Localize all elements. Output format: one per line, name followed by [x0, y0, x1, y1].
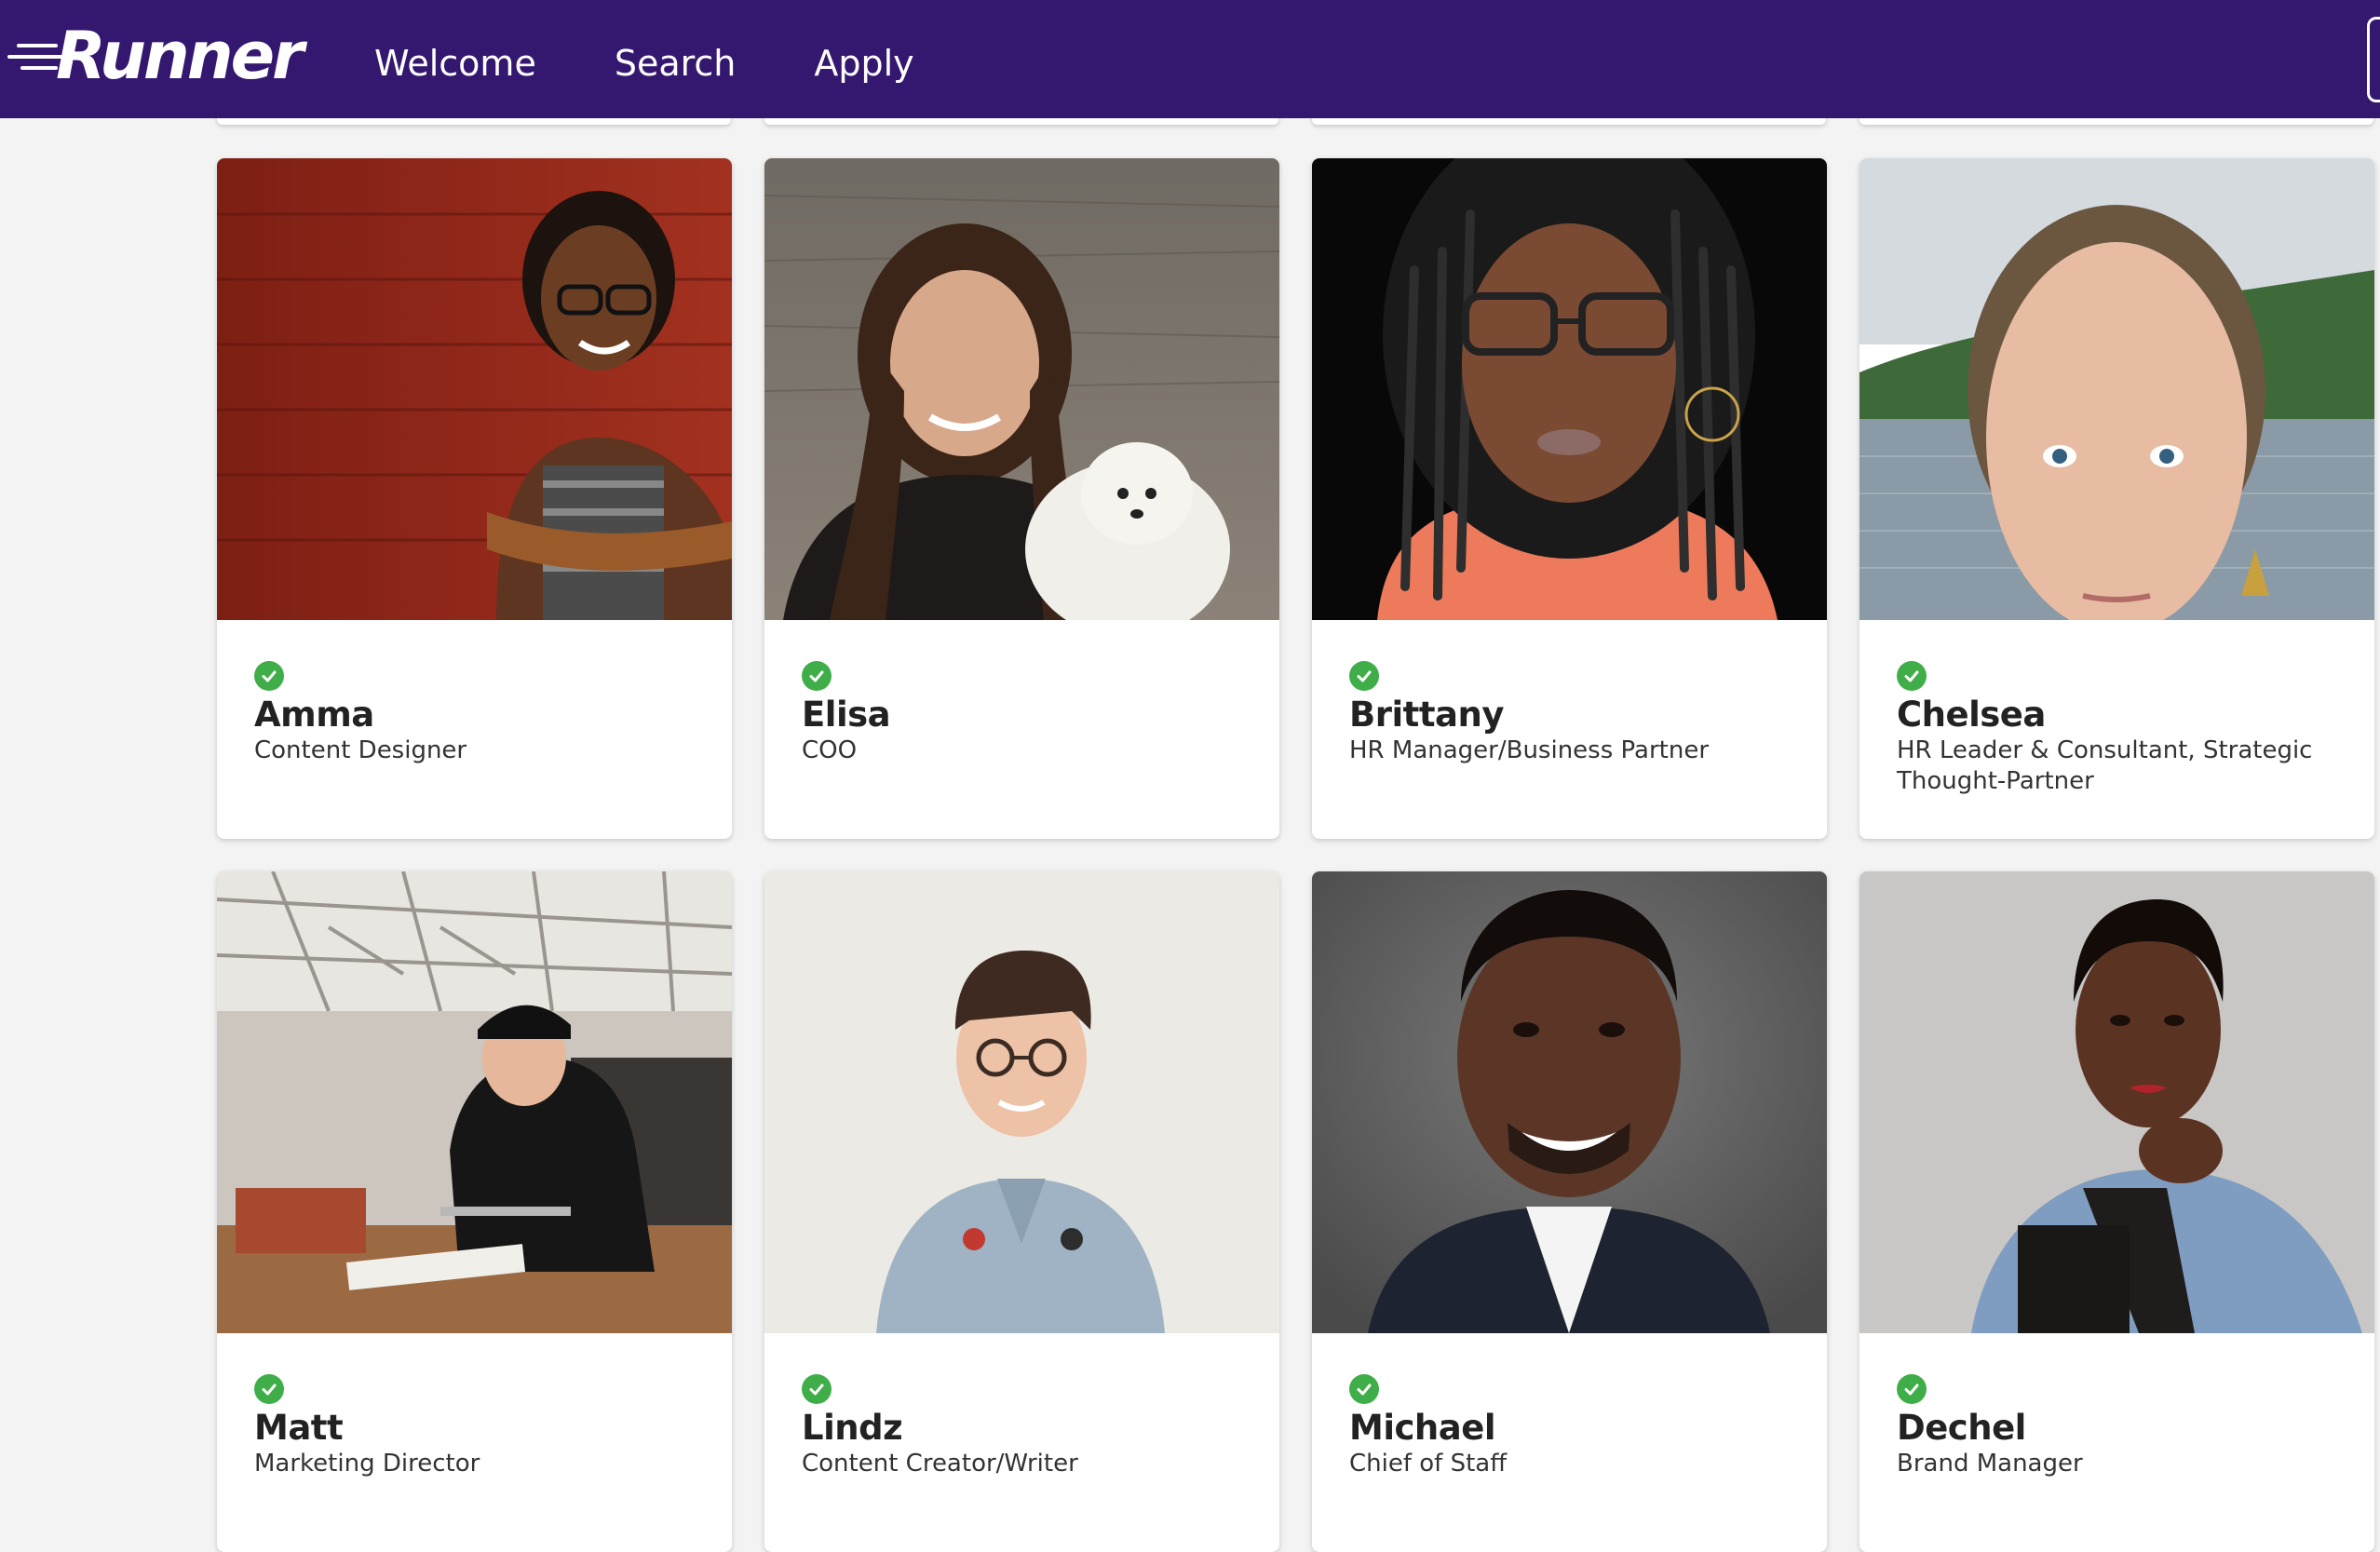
profile-photo: [764, 871, 1279, 1333]
profile-card[interactable]: Chelsea HR Leader & Consultant, Strategi…: [1859, 158, 2374, 839]
nav-welcome[interactable]: Welcome: [374, 35, 536, 91]
profile-name: Michael: [1349, 1408, 1496, 1448]
card-info: Matt Marketing Director: [254, 1374, 710, 1479]
nav-search[interactable]: Search: [615, 35, 737, 91]
profile-name: Elisa: [802, 695, 891, 735]
top-navbar: Runner Welcome Search Apply: [0, 0, 2380, 118]
speed-lines-icon: [7, 33, 63, 79]
check-circle-icon: [802, 661, 832, 691]
card-info: Chelsea HR Leader & Consultant, Strategi…: [1897, 661, 2352, 797]
profile-role: Content Creator/Writer: [802, 1450, 1078, 1478]
profile-card[interactable]: Amma Content Designer: [217, 158, 732, 839]
profile-name: Matt: [254, 1408, 344, 1448]
card-info: Michael Chief of Staff: [1349, 1374, 1805, 1479]
profile-card[interactable]: Lindz Content Creator/Writer: [764, 871, 1279, 1552]
check-circle-icon: [1349, 661, 1379, 691]
check-circle-icon: [1349, 1374, 1379, 1404]
check-circle-icon: [254, 661, 284, 691]
profile-card[interactable]: Brittany HR Manager/Business Partner: [1312, 158, 1827, 839]
profile-name: Brittany: [1349, 695, 1504, 735]
profile-role: COO: [802, 736, 858, 764]
card-info: Amma Content Designer: [254, 661, 710, 766]
profile-photo: [217, 871, 732, 1333]
logo-wordmark: Runner: [56, 18, 304, 94]
profile-card[interactable]: Matt Marketing Director: [217, 871, 732, 1552]
profile-role: HR Manager/Business Partner: [1349, 736, 1710, 764]
runner-logo[interactable]: Runner: [7, 18, 304, 94]
card-info: Brittany HR Manager/Business Partner: [1349, 661, 1805, 766]
profile-name: Dechel: [1897, 1408, 2026, 1448]
card-info: Dechel Brand Manager: [1897, 1374, 2352, 1479]
profile-photo: [1859, 871, 2374, 1333]
check-circle-icon: [254, 1374, 284, 1404]
profile-card[interactable]: Michael Chief of Staff: [1312, 871, 1827, 1552]
profile-card[interactable]: Dechel Brand Manager: [1859, 871, 2374, 1552]
profile-name: Lindz: [802, 1408, 903, 1448]
profile-role: Chief of Staff: [1349, 1450, 1508, 1478]
profile-role: Content Designer: [254, 736, 467, 764]
profile-photo: [1312, 158, 1827, 620]
check-circle-icon: [1897, 1374, 1927, 1404]
profile-card[interactable]: Elisa COO: [764, 158, 1279, 839]
main-nav: Welcome Search Apply: [374, 35, 914, 91]
profile-name: Chelsea: [1897, 695, 2046, 735]
check-circle-icon: [1897, 661, 1927, 691]
card-info: Elisa COO: [802, 661, 1257, 766]
profile-role: HR Leader & Consultant, Strategic Though…: [1897, 736, 2313, 795]
nav-apply[interactable]: Apply: [814, 35, 913, 91]
profile-photo: [1312, 871, 1827, 1333]
card-info: Lindz Content Creator/Writer: [802, 1374, 1257, 1479]
check-circle-icon: [802, 1374, 832, 1404]
header-action-button[interactable]: [2367, 17, 2380, 102]
profile-role: Marketing Director: [254, 1450, 480, 1478]
profile-photo: [764, 158, 1279, 620]
profile-role: Brand Manager: [1897, 1450, 2083, 1478]
profile-photo: [1859, 158, 2374, 620]
profile-name: Amma: [254, 695, 374, 735]
profile-photo: [217, 158, 732, 620]
